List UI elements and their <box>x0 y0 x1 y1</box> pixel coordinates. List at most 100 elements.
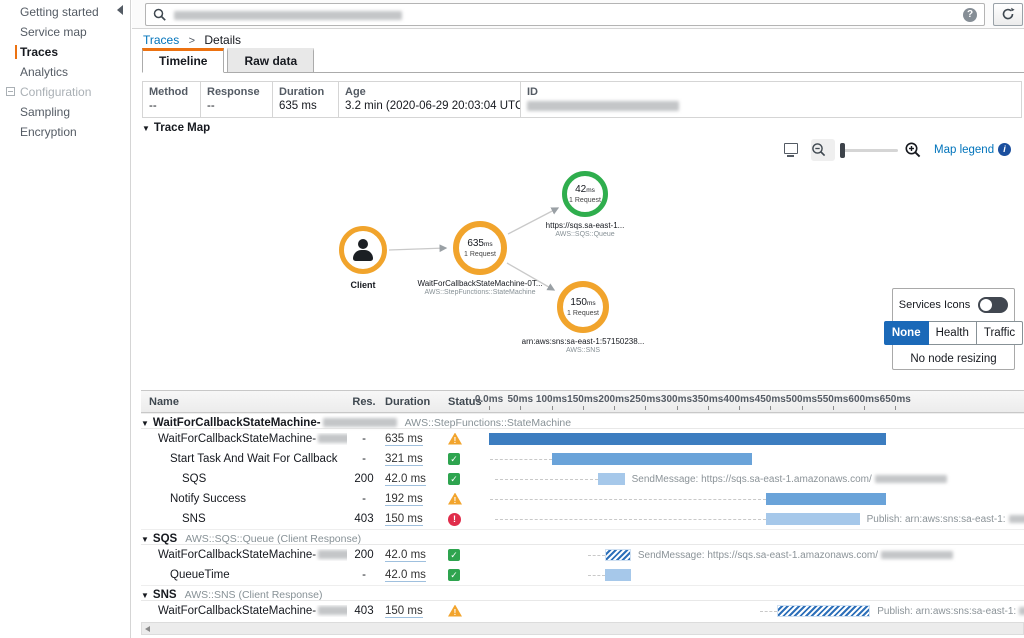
sidebar-item-getting-started[interactable]: Getting started <box>0 2 130 22</box>
main-panel: ? Traces > Details TimelineRaw data Meth… <box>132 0 1024 638</box>
trace-row-waitforcallbackstatemachine[interactable]: WaitForCallbackStateMachine-20042.0 ms✓S… <box>141 545 1024 565</box>
row-duration-link[interactable]: 192 ms <box>385 493 423 506</box>
row-response-code: 200 <box>347 549 381 561</box>
trace-group-header-sns[interactable]: ▼SNSAWS::SNS (Client Response) <box>141 585 1024 601</box>
timeline-bar[interactable] <box>605 569 631 581</box>
row-duration-cell: 42.0 ms <box>381 569 436 581</box>
row-duration-link[interactable]: 42.0 ms <box>385 473 426 486</box>
row-timeline-track: SendMessage: https://sqs.sa-east-1.amazo… <box>481 545 1024 565</box>
timeline-bar[interactable] <box>489 433 886 445</box>
node-color-mode-none[interactable]: None <box>884 321 929 345</box>
map-node-sns[interactable]: 150ms1 Request <box>557 281 609 333</box>
map-node-sqs[interactable]: 42ms 1 Request <box>562 171 608 217</box>
trace-group-header-waitforcallbackstatemachine[interactable]: ▼WaitForCallbackStateMachine-AWS::StepFu… <box>141 413 1024 429</box>
row-duration-cell: 635 ms <box>381 433 436 445</box>
breadcrumb-traces-link[interactable]: Traces <box>143 33 179 47</box>
trace-group-header-sqs[interactable]: ▼SQSAWS::SQS::Queue (Client Response) <box>141 529 1024 545</box>
trace-row-notify-success[interactable]: Notify Success-192 ms! <box>141 489 1024 509</box>
tab-raw-data[interactable]: Raw data <box>227 48 314 73</box>
sidebar-item-sampling[interactable]: Sampling <box>0 102 130 122</box>
trace-row-sqs[interactable]: SQS20042.0 ms✓SendMessage: https://sqs.s… <box>141 469 1024 489</box>
info-icon[interactable]: i <box>998 143 1011 156</box>
node-color-mode-health[interactable]: Health <box>929 321 977 345</box>
summary-label: Age <box>345 86 514 98</box>
redacted-name <box>318 434 347 443</box>
sidebar-item-service-map[interactable]: Service map <box>0 22 130 42</box>
row-response-code: 200 <box>347 473 381 485</box>
node-label: Client <box>323 280 403 290</box>
horizontal-scrollbar[interactable] <box>141 622 1024 635</box>
trace-map-section-toggle[interactable]: ▼Trace Map <box>142 122 210 134</box>
sidebar-item-analytics[interactable]: Analytics <box>0 62 130 82</box>
node-duration: 42ms <box>575 184 595 195</box>
row-timeline-track: SendMessage: https://sqs.sa-east-1.amazo… <box>481 469 1024 489</box>
sidebar-item-label: Traces <box>20 45 58 59</box>
tab-timeline[interactable]: Timeline <box>142 48 224 73</box>
map-node-sm[interactable]: 635ms1 Request <box>453 221 507 275</box>
row-name-cell: QueueTime <box>141 569 347 581</box>
sidebar-item-configuration[interactable]: Configuration <box>0 82 130 102</box>
row-duration-cell: 42.0 ms <box>381 549 436 561</box>
row-status-cell: ! <box>436 513 481 526</box>
trace-row-waitforcallbackstatemachine[interactable]: WaitForCallbackStateMachine--635 ms! <box>141 429 1024 449</box>
status-ok-icon: ✓ <box>448 569 460 581</box>
sidebar-item-label: Getting started <box>20 5 99 19</box>
row-response-code: 403 <box>347 605 381 617</box>
sidebar-nav: Getting started Service map Traces Analytic… <box>0 0 131 638</box>
row-duration-link[interactable]: 42.0 ms <box>385 549 426 562</box>
row-name-cell: WaitForCallbackStateMachine- <box>141 433 347 445</box>
row-response-code: - <box>347 493 381 505</box>
map-node-client[interactable] <box>339 226 387 274</box>
column-res: Res. <box>347 396 381 408</box>
sidebar-item-traces[interactable]: Traces <box>0 42 130 62</box>
node-request-count: 1 Request <box>569 197 601 204</box>
map-legend-link[interactable]: Map legend <box>934 144 994 156</box>
row-timeline-track <box>481 449 1024 469</box>
node-subtitle: AWS::StepFunctions::StateMachine <box>400 289 560 296</box>
timeline-bar[interactable] <box>552 453 753 465</box>
fit-view-icon[interactable] <box>784 143 798 154</box>
row-name-cell: Notify Success <box>141 493 347 505</box>
summary-cell-id: ID <box>521 82 1021 117</box>
trace-row-start-task-and-wait-for-callback[interactable]: Start Task And Wait For Callback-321 ms✓ <box>141 449 1024 469</box>
summary-cell-age: Age3.2 min (2020-06-29 20:03:04 UTC) <box>339 82 521 117</box>
connector-dash <box>490 499 766 500</box>
redacted-name <box>318 606 347 615</box>
row-duration-link[interactable]: 42.0 ms <box>385 569 426 582</box>
row-status-cell: ! <box>436 605 481 618</box>
timeline-bar[interactable] <box>605 549 631 561</box>
redacted-value <box>881 551 953 559</box>
summary-cell-method: Method-- <box>143 82 201 117</box>
trace-row-sns[interactable]: SNS403150 ms!Publish: arn:aws:sns:sa-eas… <box>141 509 1024 529</box>
services-icons-toggle[interactable] <box>978 297 1008 313</box>
timeline-bar[interactable] <box>598 473 624 485</box>
summary-value: 635 ms <box>279 100 332 112</box>
status-warning-icon: ! <box>448 605 462 617</box>
scroll-left-icon <box>145 626 150 632</box>
timeline-body: ▼WaitForCallbackStateMachine-AWS::StepFu… <box>141 413 1024 621</box>
node-color-mode-traffic[interactable]: Traffic <box>977 321 1023 345</box>
bar-label: SendMessage: https://sqs.sa-east-1.amazo… <box>638 550 953 561</box>
trace-row-queuetime[interactable]: QueueTime-42.0 ms✓ <box>141 565 1024 585</box>
node-title: WaitForCallbackStateMachine-0T... <box>400 279 560 288</box>
summary-label: Duration <box>279 86 332 98</box>
trace-row-waitforcallbackstatemachine[interactable]: WaitForCallbackStateMachine-403150 ms!Pu… <box>141 601 1024 621</box>
timeline-bar[interactable] <box>777 605 871 617</box>
row-name: WaitForCallbackStateMachine- <box>158 549 316 561</box>
row-status-cell: ! <box>436 493 481 506</box>
row-name-cell: Start Task And Wait For Callback <box>141 453 347 465</box>
row-duration-link[interactable]: 150 ms <box>385 513 423 526</box>
sidebar-collapse-icon[interactable] <box>117 5 123 15</box>
caret-down-icon: ▼ <box>141 591 149 600</box>
search-input[interactable]: ? <box>145 3 985 26</box>
timeline-bar[interactable] <box>766 493 886 505</box>
row-name-cell: WaitForCallbackStateMachine- <box>141 549 347 561</box>
row-duration-link[interactable]: 321 ms <box>385 453 423 466</box>
row-duration-link[interactable]: 150 ms <box>385 605 423 618</box>
sidebar-item-encryption[interactable]: Encryption <box>0 122 130 142</box>
timeline-bar[interactable] <box>766 513 860 525</box>
row-duration-link[interactable]: 635 ms <box>385 433 423 446</box>
help-icon[interactable]: ? <box>963 8 977 22</box>
refresh-button[interactable] <box>993 3 1023 26</box>
slider-handle[interactable] <box>840 143 845 158</box>
